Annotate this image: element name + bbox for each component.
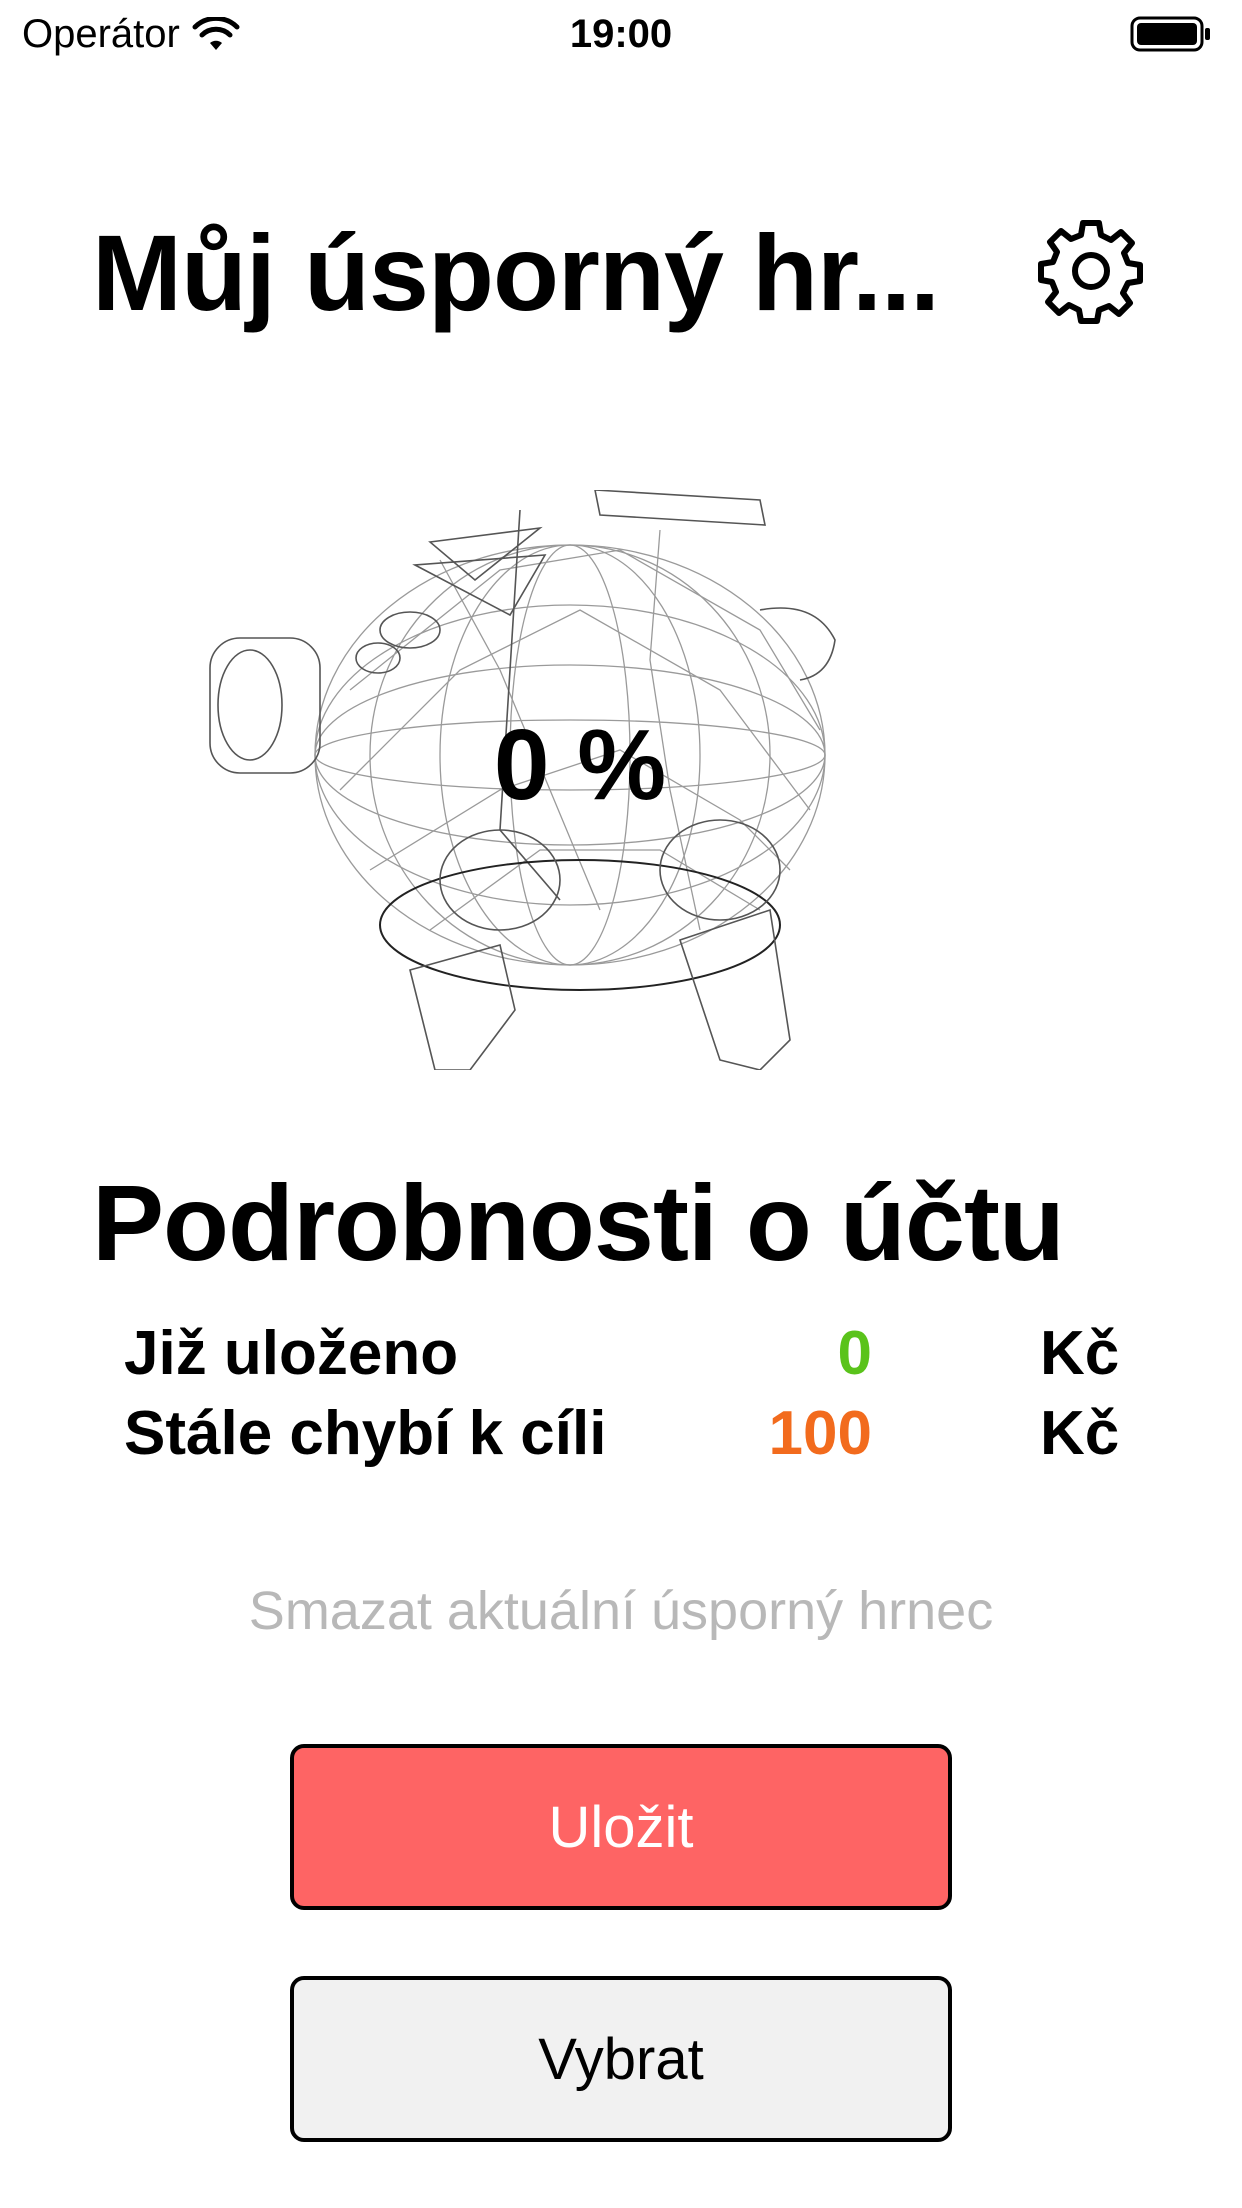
remaining-unit: Kč: [1040, 1399, 1120, 1468]
remaining-amount-row: Stále chybí k cíli 100 Kč: [124, 1398, 1124, 1468]
saved-amount-row: Již uloženo 0 Kč: [124, 1318, 1124, 1388]
remaining-value: 100: [768, 1399, 872, 1468]
progress-percent: 0 %: [493, 709, 667, 821]
save-button[interactable]: Uložit: [290, 1744, 952, 1910]
withdraw-button[interactable]: Vybrat: [290, 1976, 952, 2142]
saved-unit: Kč: [1040, 1319, 1120, 1388]
saved-value: 0: [837, 1319, 872, 1388]
saved-label: Již uloženo: [124, 1319, 459, 1388]
section-title: Podrobnosti o účtu: [92, 1162, 1065, 1283]
gear-icon[interactable]: [1036, 216, 1146, 326]
status-time: 19:00: [569, 12, 673, 56]
page-title: Můj úsporný hr...: [92, 212, 940, 333]
battery-icon: [1130, 16, 1210, 52]
remaining-label: Stále chybí k cíli: [124, 1399, 607, 1468]
delete-pot-link[interactable]: Smazat aktuální úsporný hrnec: [0, 1580, 1242, 1642]
status-bar: Operátor 19:00: [0, 0, 1242, 70]
